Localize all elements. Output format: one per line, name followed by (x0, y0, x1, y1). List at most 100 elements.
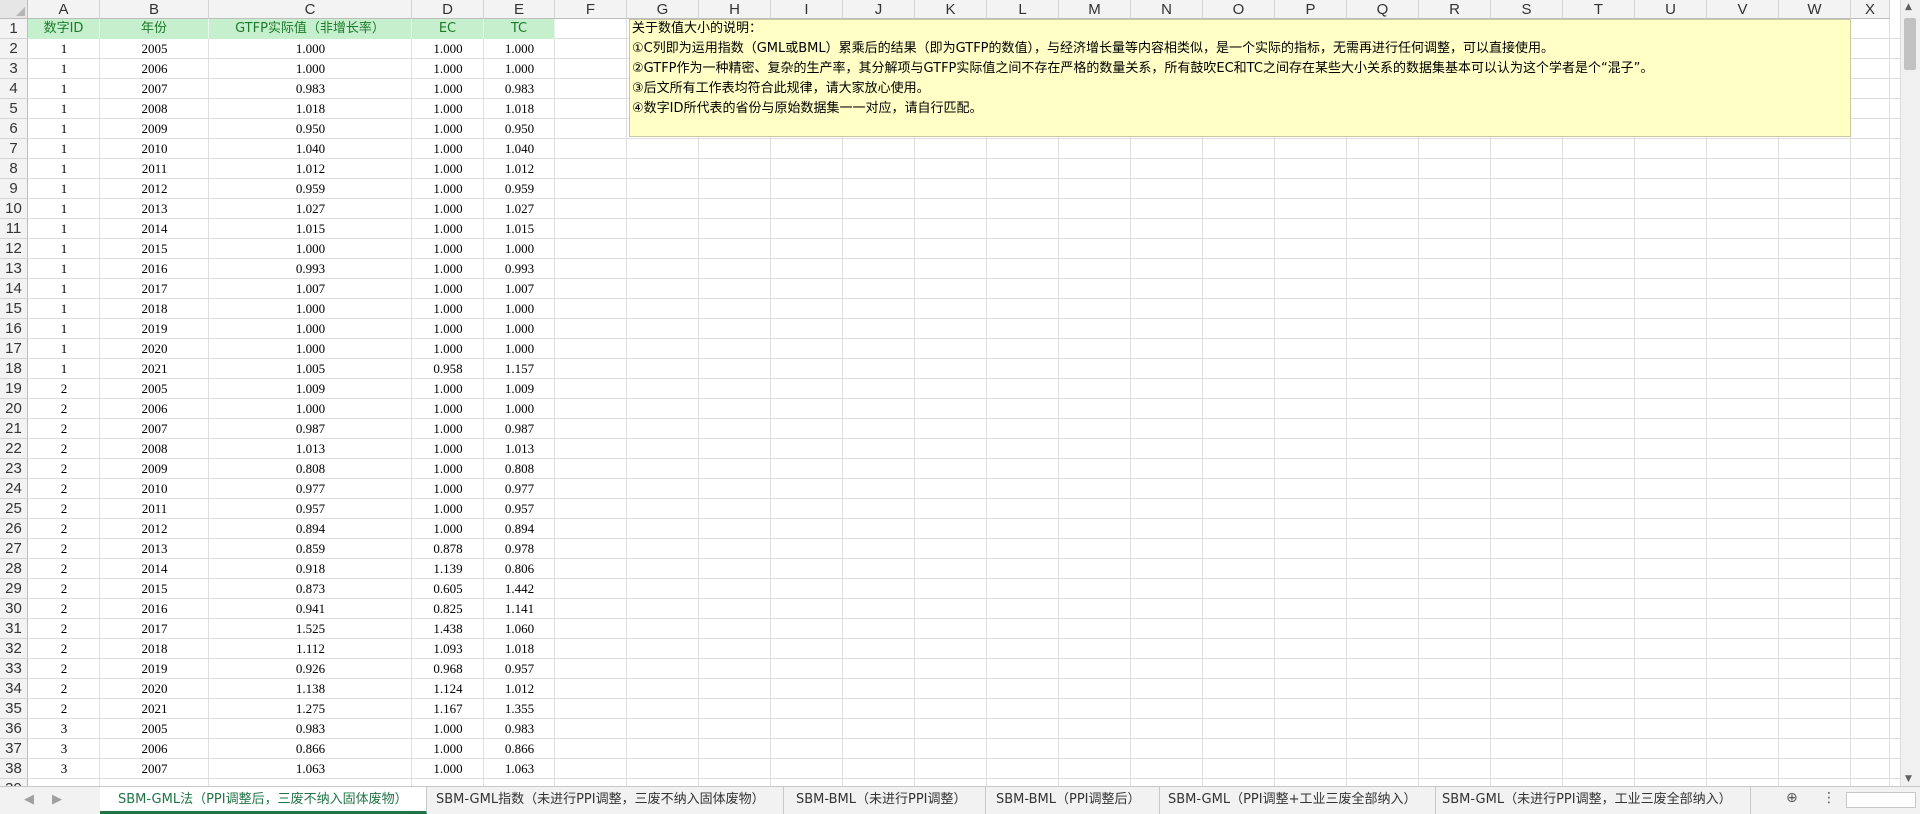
table-cell[interactable]: 0.983 (484, 719, 555, 739)
table-cell[interactable]: 1.018 (484, 639, 555, 659)
column-header-e[interactable]: E (484, 0, 555, 19)
table-cell[interactable]: 1.000 (484, 299, 555, 319)
table-cell[interactable]: 1.000 (412, 339, 484, 359)
table-cell[interactable]: 1.000 (484, 39, 555, 59)
row-header-20[interactable]: 20 (0, 399, 28, 419)
table-cell[interactable]: 0.977 (209, 479, 412, 499)
row-header-4[interactable]: 4 (0, 79, 28, 99)
column-header-h[interactable]: H (699, 0, 771, 19)
table-cell[interactable]: 1.000 (412, 319, 484, 339)
table-cell[interactable]: 0.983 (209, 79, 412, 99)
row-header-29[interactable]: 29 (0, 579, 28, 599)
row-header-34[interactable]: 34 (0, 679, 28, 699)
table-cell[interactable]: 2013 (100, 539, 209, 559)
table-cell[interactable]: 1.063 (209, 759, 412, 779)
header-cell[interactable]: EC (412, 19, 484, 39)
column-header-a[interactable]: A (28, 0, 100, 19)
table-cell[interactable]: 2008 (100, 99, 209, 119)
table-cell[interactable]: 1.112 (209, 639, 412, 659)
table-cell[interactable]: 1.000 (484, 59, 555, 79)
table-cell[interactable]: 1.000 (412, 119, 484, 139)
table-cell[interactable]: 2015 (100, 579, 209, 599)
table-cell[interactable]: 1 (28, 39, 100, 59)
table-cell[interactable]: 1.000 (484, 239, 555, 259)
table-cell[interactable]: 1.167 (412, 699, 484, 719)
table-cell[interactable]: 1.000 (412, 719, 484, 739)
table-cell[interactable]: 1 (28, 119, 100, 139)
table-cell[interactable]: 2 (28, 479, 100, 499)
table-cell[interactable]: 1.000 (412, 439, 484, 459)
table-cell[interactable]: 2 (28, 539, 100, 559)
table-cell[interactable]: 1.139 (412, 559, 484, 579)
vertical-scrollbar[interactable]: ▲ ▼ (1900, 0, 1920, 786)
table-cell[interactable]: 2017 (100, 619, 209, 639)
row-header-6[interactable]: 6 (0, 119, 28, 139)
table-cell[interactable]: 1.000 (412, 79, 484, 99)
row-header-26[interactable]: 26 (0, 519, 28, 539)
table-cell[interactable]: 1 (28, 359, 100, 379)
table-cell[interactable]: 1.012 (484, 159, 555, 179)
column-header-k[interactable]: K (915, 0, 987, 19)
header-cell[interactable]: GTFP实际值（非增长率） (209, 19, 412, 39)
table-cell[interactable]: 0.983 (484, 79, 555, 99)
table-cell[interactable]: 1.000 (412, 419, 484, 439)
table-cell[interactable]: 0.957 (209, 499, 412, 519)
table-cell[interactable]: 1.013 (209, 439, 412, 459)
table-cell[interactable]: 1.000 (412, 239, 484, 259)
table-cell[interactable]: 0.894 (484, 519, 555, 539)
table-cell[interactable]: 1.093 (412, 639, 484, 659)
table-cell[interactable]: 1.007 (209, 279, 412, 299)
table-cell[interactable]: 1.442 (484, 579, 555, 599)
row-header-22[interactable]: 22 (0, 439, 28, 459)
table-cell[interactable]: 0.808 (209, 459, 412, 479)
header-cell[interactable]: 数字ID (28, 19, 100, 39)
table-cell[interactable]: 0.806 (484, 559, 555, 579)
table-cell[interactable]: 1 (28, 159, 100, 179)
row-header-9[interactable]: 9 (0, 179, 28, 199)
row-header-25[interactable]: 25 (0, 499, 28, 519)
table-cell[interactable]: 1.040 (484, 139, 555, 159)
table-cell[interactable]: 0.605 (412, 579, 484, 599)
column-header-g[interactable]: G (627, 0, 699, 19)
row-header-8[interactable]: 8 (0, 159, 28, 179)
table-cell-partial[interactable] (484, 779, 555, 786)
table-cell[interactable]: 2006 (100, 739, 209, 759)
column-header-v[interactable]: V (1707, 0, 1779, 19)
table-cell[interactable]: 2010 (100, 139, 209, 159)
row-header-17[interactable]: 17 (0, 339, 28, 359)
table-cell[interactable]: 1.138 (209, 679, 412, 699)
row-header-12[interactable]: 12 (0, 239, 28, 259)
table-cell[interactable]: 0.866 (484, 739, 555, 759)
table-cell[interactable]: 2010 (100, 479, 209, 499)
row-header-16[interactable]: 16 (0, 319, 28, 339)
table-cell[interactable]: 2016 (100, 259, 209, 279)
table-cell[interactable]: 3 (28, 719, 100, 739)
sheet-tab[interactable]: SBM-GML（未进行PPI调整，工业三废全部纳入） (1424, 787, 1751, 814)
table-cell[interactable]: 2007 (100, 79, 209, 99)
table-cell[interactable]: 1.525 (209, 619, 412, 639)
table-cell[interactable]: 1 (28, 139, 100, 159)
table-cell[interactable]: 0.950 (484, 119, 555, 139)
table-cell[interactable]: 0.873 (209, 579, 412, 599)
table-cell[interactable]: 1.141 (484, 599, 555, 619)
table-cell[interactable]: 2 (28, 459, 100, 479)
table-cell[interactable]: 1.027 (484, 199, 555, 219)
scroll-up-icon[interactable]: ▲ (1905, 2, 1912, 12)
table-cell[interactable]: 2 (28, 639, 100, 659)
table-cell[interactable]: 2012 (100, 519, 209, 539)
table-cell[interactable]: 1.000 (209, 399, 412, 419)
row-header-24[interactable]: 24 (0, 479, 28, 499)
table-cell[interactable]: 2021 (100, 359, 209, 379)
table-cell[interactable]: 2013 (100, 199, 209, 219)
row-header-27[interactable]: 27 (0, 539, 28, 559)
column-header-n[interactable]: N (1131, 0, 1203, 19)
table-cell[interactable]: 2021 (100, 699, 209, 719)
table-cell[interactable]: 0.978 (484, 539, 555, 559)
table-cell[interactable]: 2017 (100, 279, 209, 299)
column-header-m[interactable]: M (1059, 0, 1131, 19)
table-cell[interactable]: 1.000 (209, 59, 412, 79)
table-cell[interactable]: 1.018 (484, 99, 555, 119)
table-cell[interactable]: 0.941 (209, 599, 412, 619)
row-header-33[interactable]: 33 (0, 659, 28, 679)
table-cell[interactable]: 1.000 (412, 59, 484, 79)
